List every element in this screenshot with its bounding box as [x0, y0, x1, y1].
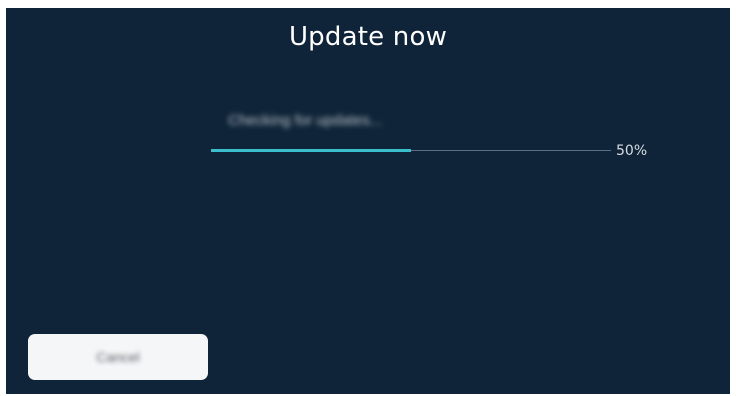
update-progress-fill	[211, 149, 411, 152]
cancel-button-label: Cancel	[96, 349, 140, 365]
update-status-text: Checking for updates...	[228, 112, 383, 129]
update-progress-percent: 50%	[616, 143, 648, 159]
update-progress-bar	[211, 149, 611, 152]
dialog-title: Update now	[288, 22, 448, 52]
cancel-button[interactable]: Cancel	[28, 334, 208, 380]
update-dialog: Update now Checking for updates... 50% C…	[6, 8, 730, 394]
